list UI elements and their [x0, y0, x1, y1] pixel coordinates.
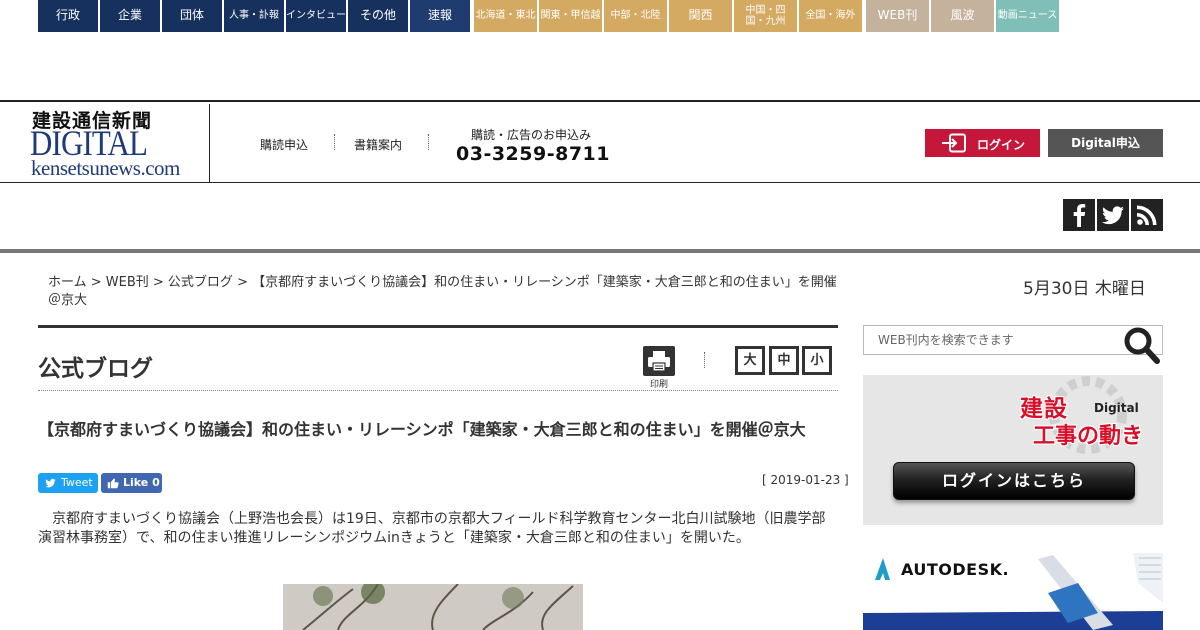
- facebook-glyph: [1073, 204, 1086, 227]
- toolbar-divider: [704, 352, 705, 368]
- article-title: 【京都府すまいづくり協議会】和の住まい・リレーシンポ「建築家・大倉三郎と和の住ま…: [38, 420, 806, 439]
- rss-icon[interactable]: [1131, 199, 1163, 231]
- article-date: [ 2019-01-23 ]: [762, 473, 849, 487]
- nav-item-sonota[interactable]: その他: [348, 0, 408, 32]
- nav-item-jinji[interactable]: 人事・訃報: [224, 0, 284, 32]
- search-input[interactable]: [864, 326, 1114, 354]
- banner-background: [863, 375, 1163, 525]
- tree-branches-image: [283, 584, 583, 630]
- rss-glyph: [1137, 205, 1157, 225]
- section-top-rule: [38, 325, 838, 328]
- section-bottom-rule: [38, 390, 838, 391]
- login-button[interactable]: ログイン: [925, 129, 1040, 157]
- search-icon[interactable]: [1120, 324, 1162, 366]
- site-logo[interactable]: 建設通信新聞 DIGITAL kensetsunews.com: [30, 104, 210, 182]
- font-size-large-button[interactable]: 大: [735, 346, 765, 375]
- digital-signup-button[interactable]: Digital申込: [1048, 129, 1163, 157]
- current-date: 5月30日 木曜日: [1023, 279, 1146, 299]
- login-icon: [942, 133, 966, 153]
- search-box: [863, 325, 1163, 355]
- tweet-label: Tweet: [61, 476, 93, 489]
- printer-icon: [648, 351, 670, 372]
- header-link-subscribe[interactable]: 購読申込: [260, 136, 308, 153]
- nav-item-interview[interactable]: インタビュー: [286, 0, 346, 32]
- tweet-button[interactable]: Tweet: [38, 473, 98, 493]
- header-divider: [334, 134, 335, 150]
- article-body: 京都府すまいづくり協議会（上野浩也会長）は19日、京都市の京都大フィールド科学教…: [38, 511, 826, 546]
- header-link-books[interactable]: 書籍案内: [354, 136, 402, 153]
- breadcrumb[interactable]: ホーム > WEB刊 > 公式ブログ > 【京都府すまいづくり協議会】和の住まい…: [48, 274, 838, 310]
- nav-item-sokuho[interactable]: 速報: [410, 0, 470, 32]
- print-label: 印刷: [650, 380, 669, 390]
- nav-item-chugoku-shikoku-kyushu[interactable]: 中国・四国・九州: [734, 0, 797, 32]
- font-size-medium-button[interactable]: 中: [769, 346, 799, 375]
- nav-item-webkan[interactable]: WEB刊: [866, 0, 929, 32]
- nav-item-kigyo[interactable]: 企業: [100, 0, 160, 32]
- site-header: 建設通信新聞 DIGITAL kensetsunews.com 購読申込 書籍案…: [0, 100, 1200, 183]
- nav-item-zenkoku-kaigai[interactable]: 全国・海外: [799, 0, 862, 32]
- construction-news-banner[interactable]: 建設 Digital 工事の動き ログインはこちら: [863, 375, 1163, 525]
- twitter-small-icon: [45, 478, 56, 488]
- banner-title-line2: 工事の動き: [1033, 424, 1144, 449]
- phone-number: 03-3259-8711: [456, 143, 610, 165]
- phone-label: 購読・広告のお申込み: [471, 128, 592, 142]
- autodesk-banner[interactable]: AUTODESK.: [863, 553, 1163, 630]
- facebook-like-button[interactable]: Like 0: [101, 473, 162, 493]
- nav-item-fuha[interactable]: 風波: [931, 0, 994, 32]
- banner-title-digital: Digital: [1094, 401, 1139, 415]
- autodesk-logo-text: AUTODESK.: [901, 560, 1010, 579]
- header-divider: [428, 134, 429, 150]
- nav-divider: [0, 249, 1200, 253]
- nav-item-hokkaido-tohoku[interactable]: 北海道・東北: [474, 0, 537, 32]
- thumbs-up-icon: [107, 478, 119, 489]
- like-label: Like 0: [123, 476, 160, 489]
- print-button[interactable]: [643, 346, 675, 376]
- nav-item-video-news[interactable]: 動画ニュース: [996, 0, 1059, 32]
- article-photo: [283, 584, 583, 630]
- nav-item-chubu-hokuriku[interactable]: 中部・北陸: [604, 0, 667, 32]
- login-label: ログイン: [977, 138, 1026, 152]
- twitter-icon[interactable]: [1097, 199, 1129, 231]
- facebook-icon[interactable]: [1063, 199, 1095, 231]
- nav-item-kanto[interactable]: 関東・甲信越: [539, 0, 602, 32]
- twitter-glyph: [1102, 206, 1124, 225]
- nav-item-kansai[interactable]: 関西: [669, 0, 732, 32]
- nav-item-gyosei[interactable]: 行政: [38, 0, 98, 32]
- section-title: 公式ブログ: [38, 356, 153, 382]
- logo-domain: kensetsunews.com: [31, 156, 180, 180]
- font-size-small-button[interactable]: 小: [802, 346, 832, 375]
- banner-login-button[interactable]: ログインはこちら: [893, 462, 1135, 500]
- nav-item-dantai[interactable]: 団体: [162, 0, 222, 32]
